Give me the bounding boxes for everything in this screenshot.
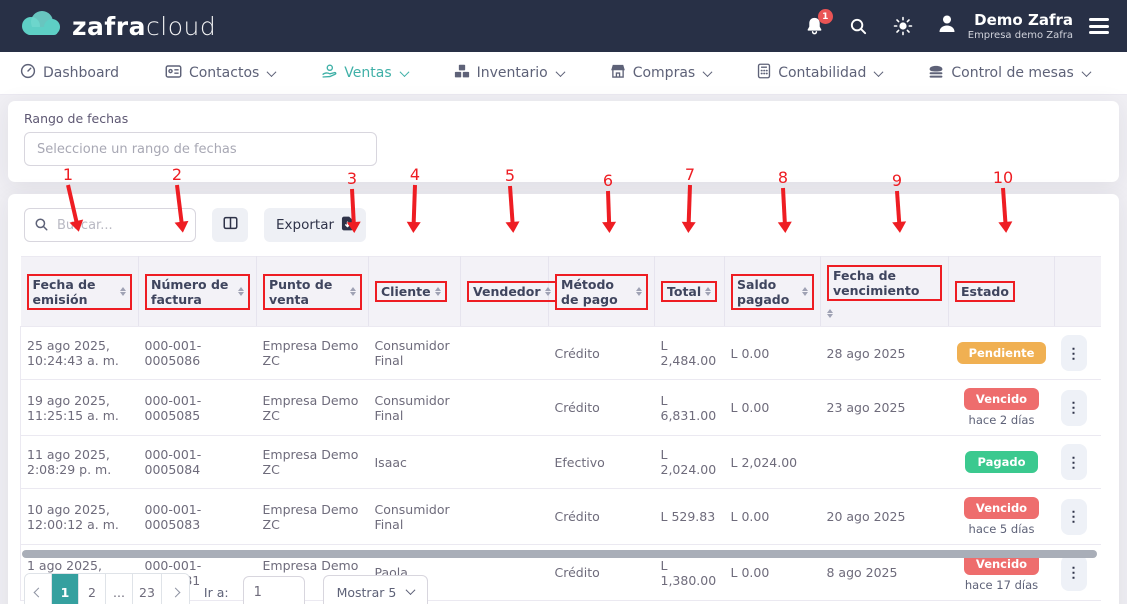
row-actions-kebab-icon[interactable]: ⋮ <box>1060 444 1087 480</box>
file-export-icon <box>341 216 354 235</box>
page-button-2[interactable]: 2 <box>79 574 106 604</box>
user-icon <box>936 13 958 39</box>
status-badge: Pendiente <box>956 342 1047 364</box>
horizontal-scrollbar[interactable] <box>22 550 1097 558</box>
sort-icon[interactable] <box>636 287 642 296</box>
column-header-punto-venta[interactable]: Punto de venta <box>256 256 369 327</box>
pagination: 1 2 ... 23 Ir a: Mostrar 5 <box>24 573 429 604</box>
sort-icon[interactable] <box>350 287 356 296</box>
next-page-button[interactable] <box>161 574 189 604</box>
chevron-down-icon <box>1081 66 1092 77</box>
search-icon <box>34 217 49 236</box>
sort-icon[interactable] <box>120 287 126 296</box>
date-range-label: Rango de fechas <box>24 111 129 126</box>
column-header-fecha-emision[interactable]: Fecha de emisión <box>20 256 139 327</box>
notifications-bell-icon[interactable]: 1 <box>804 9 833 37</box>
id-card-icon <box>165 64 182 83</box>
hand-coin-icon <box>321 63 337 83</box>
app-logo[interactable]: zafracloud <box>18 9 216 43</box>
row-actions-kebab-icon[interactable]: ⋮ <box>1060 389 1087 426</box>
stack-icon <box>928 64 944 83</box>
status-subtext: hace 5 días <box>968 522 1035 536</box>
goto-page-input[interactable] <box>242 575 305 604</box>
table-row[interactable]: 19 ago 2025, 11:25:15 a. m. 000-001-0005… <box>20 379 1101 436</box>
column-header-fecha-vencimiento[interactable]: Fecha de vencimiento <box>820 256 949 327</box>
sort-icon[interactable] <box>238 287 244 296</box>
column-header-cliente[interactable]: Cliente <box>368 256 461 327</box>
user-company: Empresa demo Zafra <box>967 30 1073 41</box>
table-header-row: Fecha de emisión Número de factura Punto… <box>20 256 1101 327</box>
column-header-metodo-pago[interactable]: Método de pago <box>548 256 655 327</box>
main-nav: Dashboard Contactos Ventas Inventario Co… <box>0 52 1127 95</box>
store-icon <box>610 64 626 83</box>
sort-icon[interactable] <box>705 287 712 296</box>
top-bar: zafracloud 1 Demo Zafra Empresa demo Zaf… <box>0 0 1127 52</box>
search-input[interactable] <box>24 208 196 242</box>
menu-icon[interactable] <box>1089 18 1109 34</box>
invoices-card: Exportar Fecha de emisión Número de fact… <box>8 194 1119 604</box>
column-header-actions <box>1054 256 1101 327</box>
column-header-numero-factura[interactable]: Número de factura <box>138 256 257 327</box>
sort-icon[interactable] <box>544 287 551 296</box>
status-badge: Pagado <box>965 451 1038 473</box>
column-header-vendedor[interactable]: Vendedor <box>460 256 557 327</box>
date-filter-card: Rango de fechas <box>8 101 1119 182</box>
export-button[interactable]: Exportar <box>264 208 367 242</box>
sort-icon[interactable] <box>827 309 833 318</box>
table-toolbar: Exportar <box>24 208 1103 242</box>
chevron-down-icon <box>266 66 277 77</box>
user-name: Demo Zafra <box>974 11 1073 29</box>
notification-count-badge: 1 <box>817 9 833 24</box>
page-button-23[interactable]: 23 <box>133 574 162 604</box>
page-size-select[interactable]: Mostrar 5 <box>322 574 429 604</box>
table-row[interactable]: 10 ago 2025, 12:00:12 a. m. 000-001-0005… <box>20 488 1101 545</box>
gauge-icon <box>20 63 36 83</box>
prev-page-button[interactable] <box>25 574 52 604</box>
row-actions-kebab-icon[interactable]: ⋮ <box>1060 335 1087 371</box>
nav-item-contactos[interactable]: Contactos <box>165 64 277 83</box>
column-header-saldo-pagado[interactable]: Saldo pagado <box>724 256 821 327</box>
goto-page-label: Ir a: <box>203 585 229 600</box>
nav-item-inventario[interactable]: Inventario <box>454 64 566 83</box>
chevron-down-icon <box>555 66 566 77</box>
cloud-logo-icon <box>18 9 64 43</box>
page-button-ellipsis[interactable]: ... <box>106 574 133 604</box>
sort-icon[interactable] <box>802 287 808 296</box>
nav-item-control-de-mesas[interactable]: Control de mesas <box>928 64 1092 83</box>
nav-item-contabilidad[interactable]: Contabilidad <box>757 63 884 83</box>
logo-text: zafracloud <box>72 11 217 41</box>
column-header-total[interactable]: Total <box>654 256 725 327</box>
date-range-input[interactable] <box>24 132 377 166</box>
nav-item-compras[interactable]: Compras <box>610 64 713 83</box>
table-row[interactable]: 25 ago 2025, 10:24:43 a. m. 000-001-0005… <box>20 326 1101 380</box>
nav-item-ventas[interactable]: Ventas <box>321 63 410 83</box>
columns-icon <box>223 216 238 234</box>
chevron-down-icon <box>405 585 416 596</box>
column-header-estado[interactable]: Estado <box>948 256 1055 327</box>
status-subtext: hace 17 días <box>964 578 1039 592</box>
search-icon[interactable] <box>848 15 870 37</box>
page-button-1[interactable]: 1 <box>52 574 79 604</box>
status-subtext: hace 2 días <box>968 413 1035 427</box>
chevron-down-icon <box>873 66 884 77</box>
calculator-icon <box>757 63 771 83</box>
status-badge: Vencido <box>963 388 1040 410</box>
chevron-down-icon <box>702 66 713 77</box>
sort-icon[interactable] <box>434 287 441 296</box>
chevron-down-icon <box>399 66 410 77</box>
user-menu[interactable]: Demo Zafra Empresa demo Zafra <box>936 11 1109 41</box>
row-actions-kebab-icon[interactable]: ⋮ <box>1060 554 1087 591</box>
table-row[interactable]: 11 ago 2025, 2:08:29 p. m. 000-001-00050… <box>20 435 1101 489</box>
boxes-icon <box>454 64 470 83</box>
theme-brightness-icon[interactable] <box>892 15 914 37</box>
toggle-columns-button[interactable] <box>212 208 248 242</box>
nav-item-dashboard[interactable]: Dashboard <box>20 63 119 83</box>
row-actions-kebab-icon[interactable]: ⋮ <box>1060 498 1087 535</box>
status-badge: Vencido <box>963 497 1040 519</box>
